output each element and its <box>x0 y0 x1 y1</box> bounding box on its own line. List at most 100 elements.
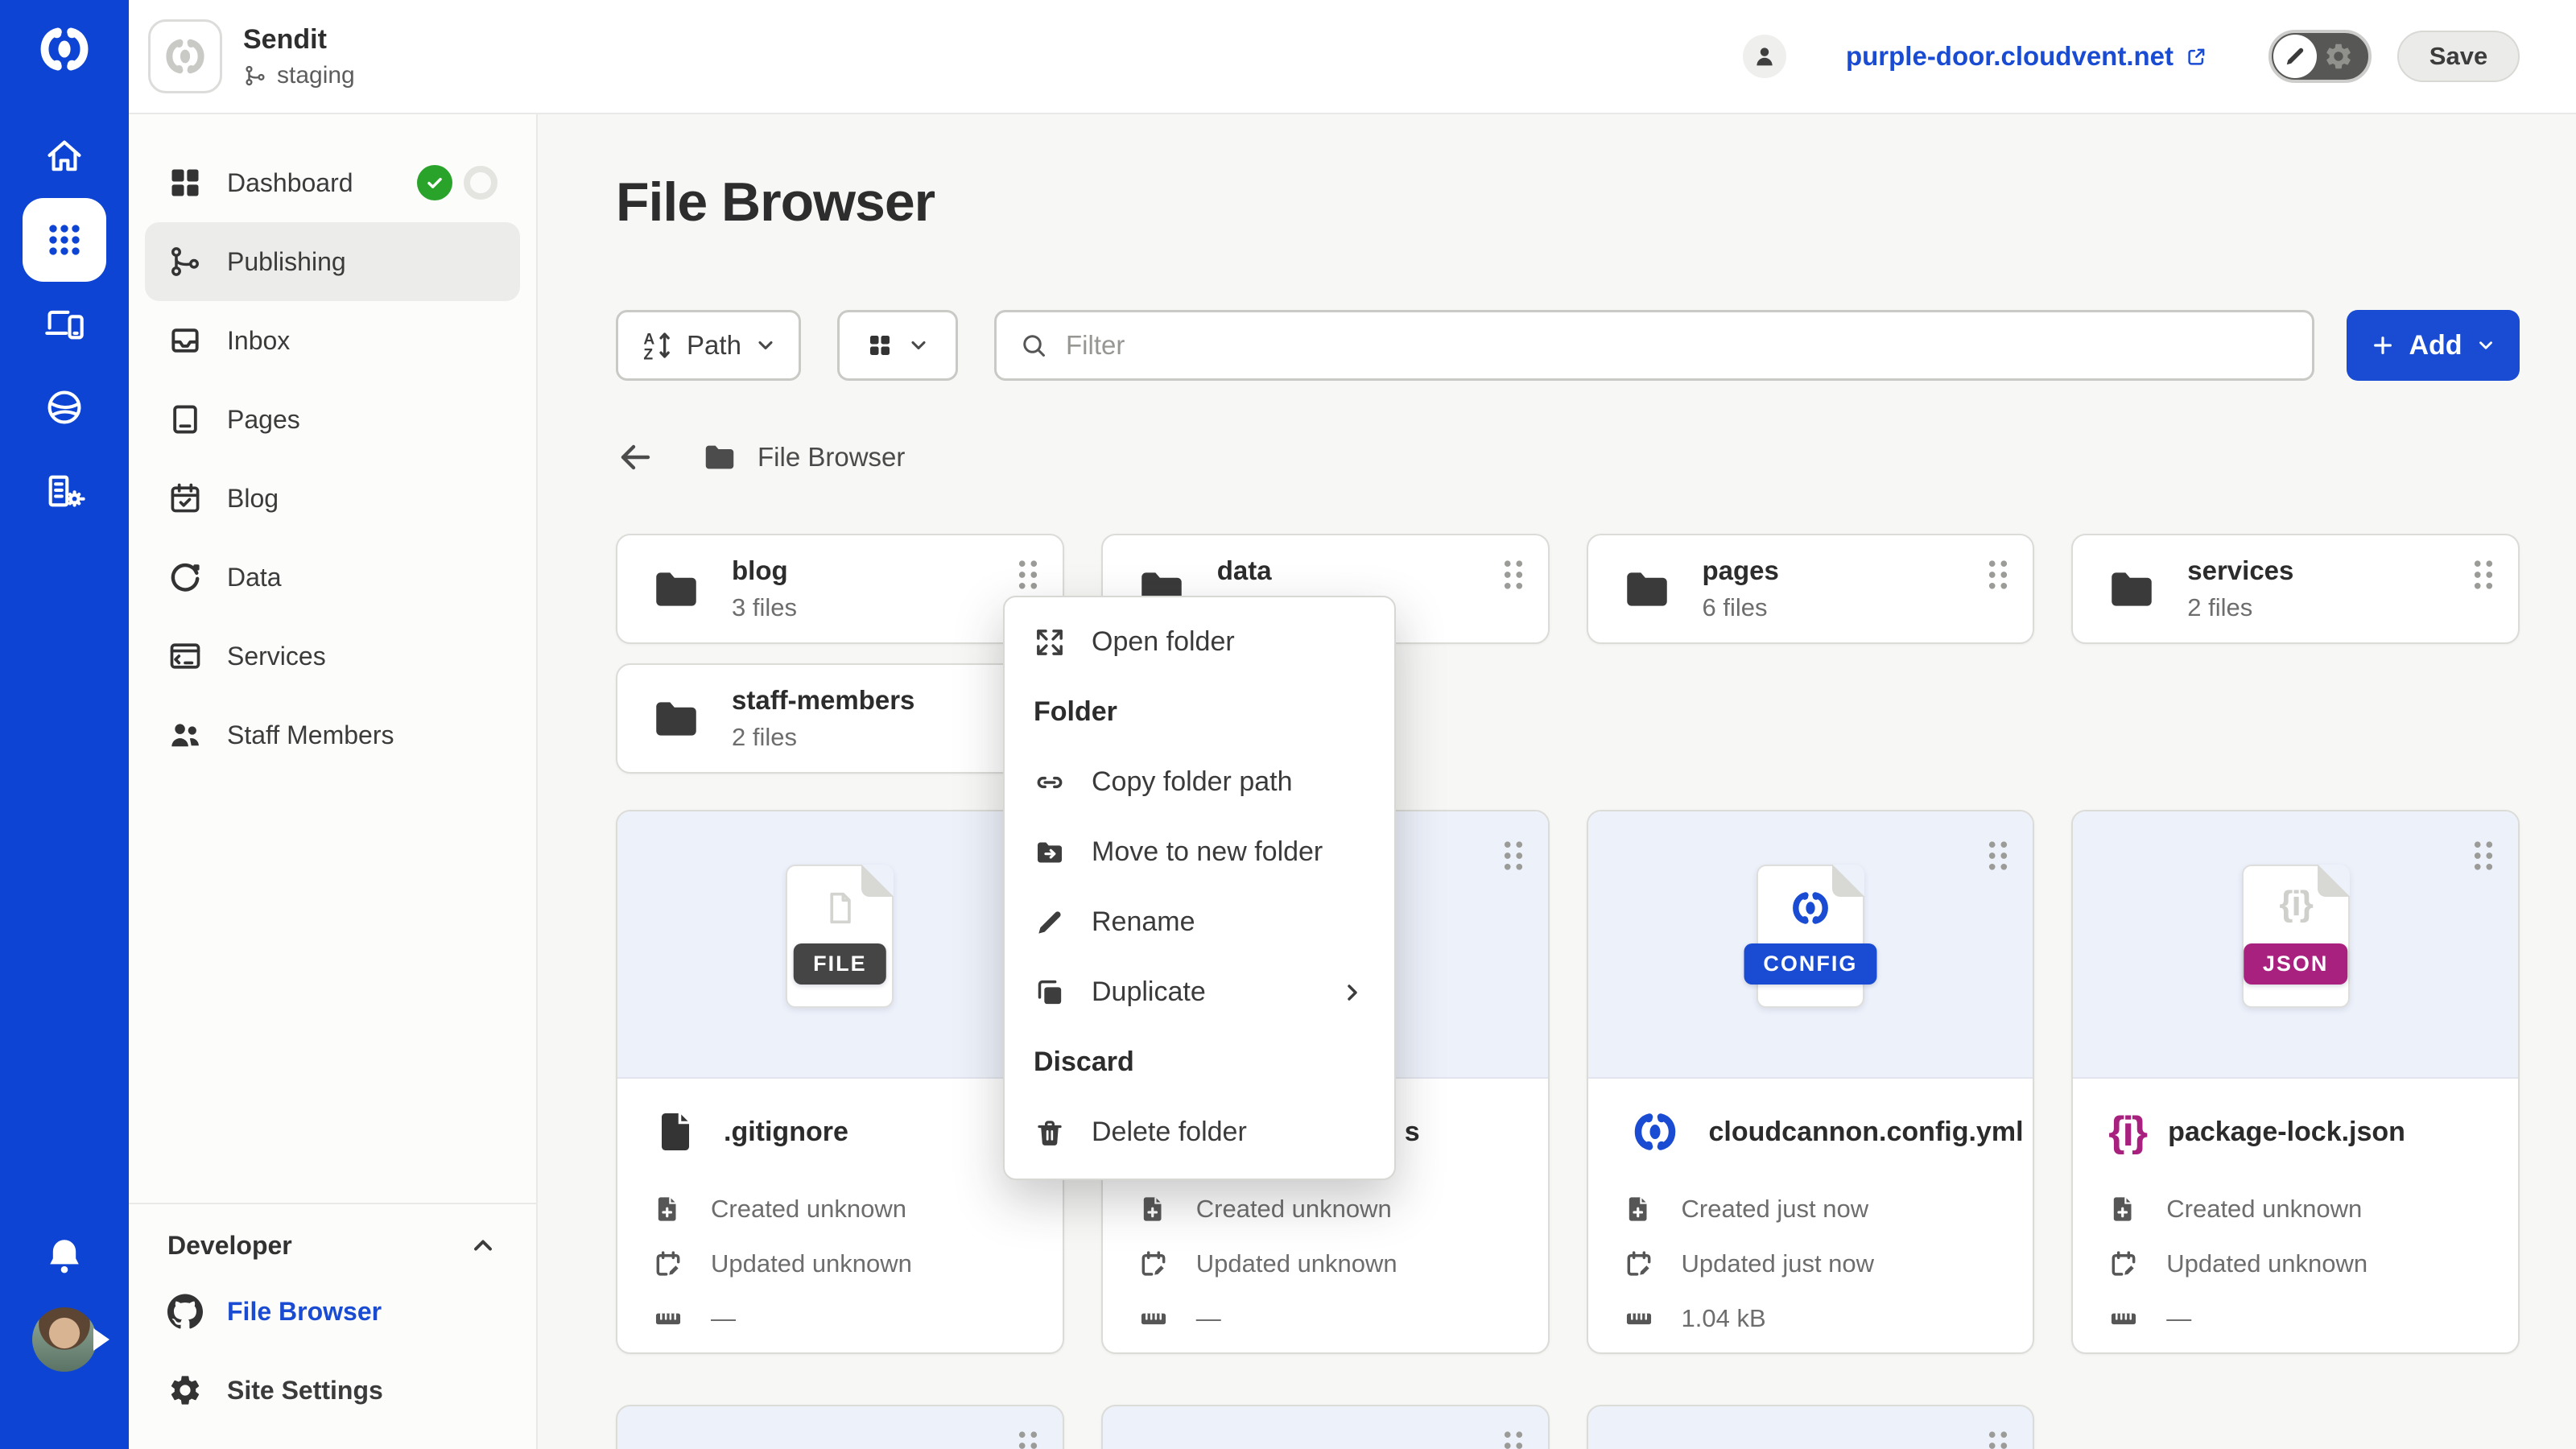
toggle-knob <box>2273 35 2317 78</box>
folder-move-icon <box>1034 836 1066 869</box>
sidebar-item-publishing[interactable]: Publishing <box>145 222 520 301</box>
ruler-icon <box>653 1303 683 1334</box>
sort-label: Path <box>687 330 741 361</box>
drag-handle[interactable] <box>1009 551 1046 598</box>
site-switcher[interactable]: Sendit staging <box>148 19 355 93</box>
drag-handle[interactable] <box>2465 832 2502 879</box>
file-name: package-lock.json <box>2168 1117 2405 1148</box>
sidebar-item-label: File Browser <box>227 1297 382 1327</box>
add-button[interactable]: Add <box>2347 310 2520 381</box>
page-fold-corner <box>861 865 894 897</box>
file-card-gitignore[interactable]: FILE .gitignore Created unknown Updated unk… <box>616 810 1064 1354</box>
user-avatar[interactable] <box>32 1307 97 1372</box>
folder-card-services[interactable]: services2 files <box>2071 534 2520 644</box>
account-avatar[interactable] <box>1743 35 1786 78</box>
sort-dropdown[interactable]: Path <box>616 310 801 381</box>
devices-icon <box>43 303 85 345</box>
menu-item-move-to-new-folder[interactable]: Move to new folder <box>1005 817 1394 887</box>
sidebar-item-services[interactable]: Services <box>145 617 520 696</box>
rail-item-globe[interactable] <box>42 385 87 430</box>
folder-card-staff-members[interactable]: staff-members2 files <box>616 663 1064 774</box>
cloudcannon-app: Sendit staging purple-door.cloudvent.net <box>0 0 2576 1449</box>
rail-item-devices[interactable] <box>42 301 87 346</box>
calendar-edit-icon <box>653 1249 683 1279</box>
filter-input[interactable] <box>1064 329 2289 361</box>
rail-item-apps[interactable] <box>23 198 106 282</box>
file-plus-icon <box>1138 1194 1169 1224</box>
sidebar-item-staff-members[interactable]: Staff Members <box>145 696 520 774</box>
file-name-row: {i}package-lock.json <box>2108 1103 2483 1161</box>
file-name-row: .gitignore <box>653 1103 1027 1161</box>
sidebar-item-label: Data <box>227 563 282 592</box>
file-created: Created unknown <box>711 1195 906 1224</box>
notifications-bell-icon[interactable] <box>43 1234 86 1278</box>
file-updated: Updated unknown <box>711 1249 912 1278</box>
file-updated-row: Updated unknown <box>653 1236 1027 1291</box>
view-mode-dropdown[interactable] <box>837 310 958 381</box>
file-card-partial[interactable] <box>616 1405 1064 1449</box>
sidebar-item-inbox[interactable]: Inbox <box>145 301 520 380</box>
file-card-package-lock-json[interactable]: {i}JSON{i}package-lock.jsonCreated unkno… <box>2071 810 2520 1354</box>
menu-item-copy-folder-path[interactable]: Copy folder path <box>1005 747 1394 817</box>
folder-card-pages[interactable]: pages6 files <box>1587 534 2035 644</box>
drag-dots-icon <box>2465 551 2502 598</box>
drag-handle[interactable] <box>1495 551 1532 598</box>
domain-text: purple-door.cloudvent.net <box>1846 41 2174 72</box>
home-icon <box>43 135 85 177</box>
branch-icon <box>167 244 203 279</box>
sidebar-item-pages[interactable]: Pages <box>145 380 520 459</box>
menu-item-duplicate[interactable]: Duplicate <box>1005 957 1394 1027</box>
sidebar-expand-arrow-icon[interactable] <box>93 1328 109 1351</box>
git-branch-icon <box>243 64 267 88</box>
pencil-icon <box>2283 44 2307 68</box>
file-size-row: — <box>653 1291 1027 1346</box>
drag-handle[interactable] <box>1495 832 1532 879</box>
rail-item-home[interactable] <box>42 134 87 179</box>
folder-card-blog[interactable]: blog3 files <box>616 534 1064 644</box>
rail-item-organization[interactable] <box>42 469 87 514</box>
pages-icon <box>167 402 203 437</box>
drag-handle[interactable] <box>1979 1422 2017 1449</box>
file-size-row: — <box>1138 1291 1513 1346</box>
people-icon <box>167 717 203 753</box>
menu-item-open-folder[interactable]: Open folder <box>1005 607 1394 677</box>
drag-handle[interactable] <box>1495 1422 1532 1449</box>
sidebar-item-blog[interactable]: Blog <box>145 459 520 538</box>
sidebar-item-site-settings[interactable]: Site Settings <box>145 1351 520 1430</box>
menu-item-delete-folder[interactable]: Delete folder <box>1005 1097 1394 1167</box>
drag-handle[interactable] <box>2465 551 2502 598</box>
drag-handle[interactable] <box>1009 1422 1046 1449</box>
drag-handle[interactable] <box>1979 551 2017 598</box>
menu-item-rename[interactable]: Rename <box>1005 887 1394 957</box>
developer-section-header[interactable]: Developer <box>145 1219 520 1272</box>
file-card-cloudcannon-config-yml[interactable]: CONFIGcloudcannon.config.ymlCreated just… <box>1587 810 2035 1354</box>
file-preview: FILE <box>617 811 1063 1079</box>
sidebar-item-dashboard[interactable]: Dashboard <box>145 143 520 222</box>
ruler-icon <box>1624 1303 1654 1334</box>
breadcrumb-label: File Browser <box>758 442 905 473</box>
save-button[interactable]: Save <box>2397 31 2520 82</box>
folder-icon <box>2105 563 2158 616</box>
file-meta: Created unknown Updated unknown — <box>653 1182 1027 1346</box>
folder-name: services <box>2187 555 2293 586</box>
folder-file-count: 3 files <box>732 593 797 622</box>
file-updated: Updated unknown <box>2166 1249 2368 1278</box>
calendar-edit-icon <box>1138 1249 1169 1279</box>
drag-handle[interactable] <box>1979 832 2017 879</box>
cloudcannon-logo-icon <box>36 21 93 77</box>
back-arrow-icon[interactable] <box>616 438 654 477</box>
sidebar-item-label: Blog <box>227 484 279 514</box>
sidebar-item-label: Dashboard <box>227 168 353 198</box>
file-card-partial[interactable] <box>1101 1405 1550 1449</box>
file-created: Created just now <box>1682 1195 1869 1224</box>
file-card-partial[interactable] <box>1587 1405 2035 1449</box>
file-size: — <box>1196 1304 1221 1333</box>
sidebar-item-data[interactable]: Data <box>145 538 520 617</box>
editor-mode-toggle[interactable] <box>2268 30 2372 83</box>
github-icon <box>167 1294 203 1329</box>
sidebar-item-file-browser[interactable]: File Browser <box>145 1272 520 1351</box>
folder-name: pages <box>1703 555 1779 586</box>
file-updated-row: Updated unknown <box>1138 1236 1513 1291</box>
site-domain-link[interactable]: purple-door.cloudvent.net <box>1846 41 2209 72</box>
calendar-edit-icon <box>1624 1249 1654 1279</box>
